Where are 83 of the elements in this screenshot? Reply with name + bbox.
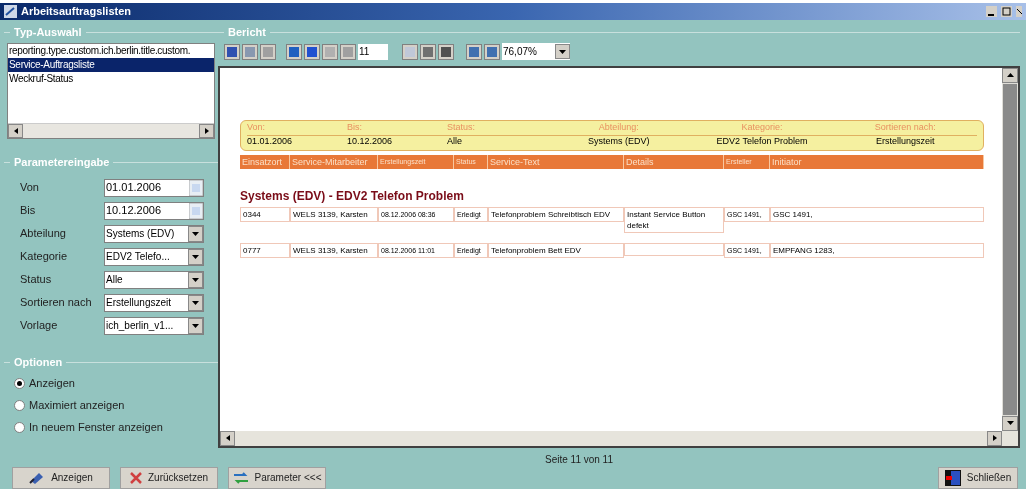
right-arrow-icon <box>992 435 997 441</box>
maximize-icon[interactable] <box>1001 5 1012 17</box>
field-label: Abteilung <box>20 226 67 242</box>
column-header: Einsatzort <box>240 154 290 169</box>
cross-icon <box>130 471 142 484</box>
reset-button[interactable]: Zurücksetzen <box>120 466 218 489</box>
table-cell: EMPFANG 1283, <box>770 242 984 258</box>
table-cell: 0777 <box>240 242 290 258</box>
app-icon <box>4 4 17 18</box>
dropdown[interactable]: EDV2 Telefo... <box>104 247 204 266</box>
field-label: Status <box>20 272 53 288</box>
dropdown[interactable]: ich_berlin_v1... <box>104 316 204 335</box>
caret-icon <box>192 231 199 236</box>
list-item[interactable]: reporting.type.custom.ich.berlin.title.custom. <box>8 43 214 58</box>
field-label: Vorlage <box>20 318 59 334</box>
filter-label: Kategorie: <box>740 121 784 135</box>
radio-label: Anzeigen <box>29 376 75 392</box>
vertical-scrollbar[interactable] <box>1002 67 1018 431</box>
calendar-icon <box>189 202 203 219</box>
column-header: Service-Mitarbeiter <box>290 154 378 169</box>
zoom-dropdown[interactable]: 76,07% <box>502 43 570 60</box>
horizontal-scrollbar[interactable] <box>8 122 214 138</box>
field-label: Sortieren nach <box>20 295 93 311</box>
filter-value: EDV2 Telefon Problem <box>715 135 809 149</box>
filter-value: Erstellungszeit <box>875 135 936 149</box>
radio-button[interactable] <box>14 400 25 411</box>
field-label: Von <box>20 180 40 196</box>
date-field[interactable]: 01.01.2006 <box>104 178 204 197</box>
table-cell: Telefonproblem Schreibtisch EDV <box>488 206 624 222</box>
filter-value: Systems (EDV) <box>586 135 651 149</box>
minimize-icon[interactable] <box>986 5 997 17</box>
caret-icon <box>192 254 199 259</box>
radio-label: Maximiert anzeigen <box>29 398 125 414</box>
section-title: Parametereingabe <box>14 155 110 171</box>
table-cell: GSC 1491, <box>770 206 984 222</box>
left-arrow-icon <box>225 435 230 441</box>
table-cell: WELS 3139, Karsten <box>290 242 378 258</box>
filter-value: 01.01.2006 <box>247 135 294 149</box>
date-field[interactable]: 10.12.2006 <box>104 201 204 220</box>
caret-icon <box>192 277 199 282</box>
filter-value: Alle <box>447 135 463 149</box>
table-cell: WELS 3139, Karsten <box>290 206 378 222</box>
column-header: Details <box>624 154 724 169</box>
section-title: Optionen <box>14 355 63 371</box>
show-button[interactable]: Anzeigen <box>12 466 110 489</box>
table-cell: Telefonproblem Bett EDV <box>488 242 624 258</box>
up-arrow-icon <box>1006 73 1014 77</box>
down-arrow-icon <box>1006 421 1014 425</box>
dropdown[interactable]: Erstellungszeit <box>104 293 204 312</box>
window-title: Arbeitsauftragslisten <box>21 4 132 19</box>
list-item[interactable]: Service-Auftragsliste <box>8 57 214 72</box>
list-item[interactable]: Weckruf-Status <box>8 71 214 86</box>
filter-label: Abteilung: <box>597 121 640 135</box>
caret-icon <box>559 49 566 54</box>
filter-label: Von: <box>247 121 267 135</box>
column-header: Service-Text <box>488 154 624 169</box>
page-field[interactable]: 11 <box>358 43 388 60</box>
section-title: Typ-Auswahl <box>14 25 82 41</box>
left-arrow-icon <box>13 127 18 134</box>
section-title: Bericht <box>228 25 266 41</box>
field-label: Kategorie <box>20 249 69 265</box>
dropdown[interactable]: Systems (EDV) <box>104 224 204 243</box>
filter-value: 10.12.2006 <box>347 135 394 149</box>
field-label: Bis <box>20 203 37 219</box>
table-cell: 0344 <box>240 206 290 222</box>
group-title: Systems (EDV) - EDV2 Telefon Problem <box>240 187 465 205</box>
column-header: Initiator <box>770 154 984 169</box>
filter-label: Sortieren nach: <box>873 121 937 135</box>
radio-button[interactable] <box>14 378 25 389</box>
caret-icon <box>192 323 199 328</box>
caret-icon <box>192 300 199 305</box>
close-button[interactable]: Schließen <box>938 466 1018 489</box>
radio-button[interactable] <box>14 422 25 433</box>
radio-label: In neuem Fenster anzeigen <box>29 420 163 436</box>
calendar-icon <box>189 179 203 196</box>
page-status: Seite 11 von 11 <box>545 452 613 467</box>
table-cell: Instant Service Button defekt <box>624 206 724 233</box>
right-arrow-icon <box>204 127 209 134</box>
door-icon <box>944 469 961 486</box>
filter-label: Status: <box>447 121 476 135</box>
parameters-button[interactable]: Parameter <<< <box>228 466 326 489</box>
filter-label: Bis: <box>347 121 363 135</box>
dropdown[interactable]: Alle <box>104 270 204 289</box>
